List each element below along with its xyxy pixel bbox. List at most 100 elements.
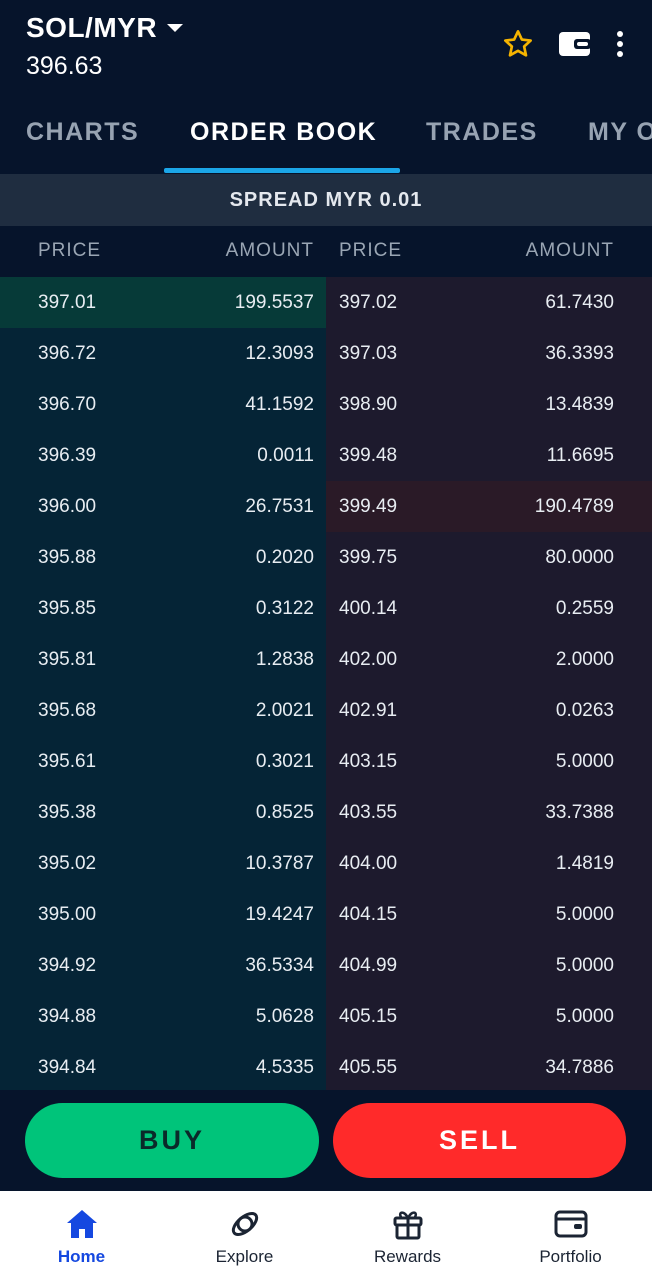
- ask-amount: 1.4819: [555, 853, 614, 874]
- ask-row[interactable]: 397.02 61.7430: [326, 277, 652, 328]
- tab-my-orders[interactable]: MY ORDERS: [588, 118, 652, 147]
- bid-amount: 19.4247: [245, 904, 314, 925]
- ask-price: 405.15: [339, 1006, 398, 1027]
- bid-price: 395.81: [38, 649, 97, 670]
- nav-item-rewards[interactable]: Rewards: [326, 1191, 489, 1280]
- ask-price: 402.00: [339, 649, 398, 670]
- bid-row[interactable]: 395.81 1.2838: [0, 634, 326, 685]
- ask-price: 397.02: [339, 292, 398, 313]
- bid-row[interactable]: 397.01 199.5537: [0, 277, 326, 328]
- bid-price: 396.00: [38, 496, 97, 517]
- ask-amount: 5.0000: [555, 955, 614, 976]
- active-tab-indicator: [164, 168, 400, 173]
- bid-amount-header: AMOUNT: [225, 240, 314, 261]
- bid-row[interactable]: 395.02 10.3787: [0, 838, 326, 889]
- bid-amount: 0.3021: [255, 751, 314, 772]
- ask-row[interactable]: 399.49 190.4789: [326, 481, 652, 532]
- nav-item-explore[interactable]: Explore: [163, 1191, 326, 1280]
- pair-name: SOL/MYR: [26, 12, 158, 43]
- ask-amount: 5.0000: [555, 1006, 614, 1027]
- ask-amount: 61.7430: [545, 292, 614, 313]
- ask-price: 397.03: [339, 343, 398, 364]
- bid-price: 396.72: [38, 343, 97, 364]
- ask-price: 399.48: [339, 445, 398, 466]
- chevron-down-icon: [167, 24, 184, 32]
- ask-price: 404.15: [339, 904, 398, 925]
- bottom-nav: Home Explore Rewards Portfolio: [0, 1191, 652, 1280]
- ask-price: 400.14: [339, 598, 398, 619]
- bid-price: 395.68: [38, 700, 97, 721]
- ask-row[interactable]: 405.55 34.7886: [326, 1042, 652, 1093]
- star-icon[interactable]: [502, 28, 534, 60]
- order-book-column-headers: PRICE AMOUNT PRICE AMOUNT: [0, 226, 652, 277]
- ask-row[interactable]: 403.15 5.0000: [326, 736, 652, 787]
- bid-row[interactable]: 395.00 19.4247: [0, 889, 326, 940]
- ask-row[interactable]: 399.48 11.6695: [326, 430, 652, 481]
- ask-row[interactable]: 402.00 2.0000: [326, 634, 652, 685]
- ask-price: 403.15: [339, 751, 398, 772]
- tab-trades[interactable]: TRADES: [426, 118, 538, 147]
- nav-label-explore: Explore: [215, 1247, 274, 1266]
- ask-price: 402.91: [339, 700, 398, 721]
- explore-icon: [228, 1207, 262, 1241]
- bid-row[interactable]: 395.68 2.0021: [0, 685, 326, 736]
- pair-selector[interactable]: SOL/MYR: [26, 12, 184, 44]
- bid-row[interactable]: 394.88 5.0628: [0, 991, 326, 1042]
- ask-row[interactable]: 399.75 80.0000: [326, 532, 652, 583]
- bid-row[interactable]: 396.72 12.3093: [0, 328, 326, 379]
- ask-amount-header: AMOUNT: [525, 240, 614, 261]
- spread-banner: SPREAD MYR 0.01: [0, 174, 652, 226]
- ask-amount: 36.3393: [545, 343, 614, 364]
- ask-row[interactable]: 404.99 5.0000: [326, 940, 652, 991]
- ask-amount: 2.0000: [555, 649, 614, 670]
- ask-row[interactable]: 405.15 5.0000: [326, 991, 652, 1042]
- bid-price: 395.88: [38, 547, 97, 568]
- ask-row[interactable]: 397.03 36.3393: [326, 328, 652, 379]
- bid-row[interactable]: 396.70 41.1592: [0, 379, 326, 430]
- bid-row[interactable]: 396.39 0.0011: [0, 430, 326, 481]
- sell-button[interactable]: SELL: [333, 1103, 626, 1178]
- more-vert-icon[interactable]: [616, 30, 624, 58]
- tab-order-book[interactable]: ORDER BOOK: [190, 118, 377, 147]
- bid-amount: 0.3122: [255, 598, 314, 619]
- tab-charts[interactable]: CHARTS: [26, 118, 139, 147]
- ask-amount: 33.7388: [545, 802, 614, 823]
- nav-label-portfolio: Portfolio: [539, 1247, 602, 1266]
- ask-row[interactable]: 403.55 33.7388: [326, 787, 652, 838]
- ask-price-header: PRICE: [339, 240, 403, 261]
- ask-price: 404.99: [339, 955, 398, 976]
- ask-row[interactable]: 400.14 0.2559: [326, 583, 652, 634]
- home-icon: [65, 1207, 99, 1241]
- bid-row[interactable]: 395.38 0.8525: [0, 787, 326, 838]
- bid-price: 397.01: [38, 292, 97, 313]
- bid-price: 396.70: [38, 394, 97, 415]
- bid-row[interactable]: 395.88 0.2020: [0, 532, 326, 583]
- bid-price: 395.00: [38, 904, 97, 925]
- header-actions: [502, 28, 624, 60]
- buy-button[interactable]: BUY: [25, 1103, 319, 1178]
- ask-amount: 34.7886: [545, 1057, 614, 1078]
- nav-item-home[interactable]: Home: [0, 1191, 163, 1280]
- ask-amount: 0.2559: [555, 598, 614, 619]
- ask-amount: 13.4839: [545, 394, 614, 415]
- bid-row[interactable]: 395.61 0.3021: [0, 736, 326, 787]
- bid-price: 394.84: [38, 1057, 97, 1078]
- ask-price: 399.49: [339, 496, 398, 517]
- ask-row[interactable]: 398.90 13.4839: [326, 379, 652, 430]
- bid-row[interactable]: 396.00 26.7531: [0, 481, 326, 532]
- bid-row[interactable]: 395.85 0.3122: [0, 583, 326, 634]
- bid-price: 395.38: [38, 802, 97, 823]
- bid-amount: 10.3787: [245, 853, 314, 874]
- bid-price: 396.39: [38, 445, 97, 466]
- bid-row[interactable]: 394.92 36.5334: [0, 940, 326, 991]
- ask-row[interactable]: 404.00 1.4819: [326, 838, 652, 889]
- bid-row[interactable]: 394.84 4.5335: [0, 1042, 326, 1093]
- bid-price: 395.61: [38, 751, 97, 772]
- nav-item-portfolio[interactable]: Portfolio: [489, 1191, 652, 1280]
- ask-row[interactable]: 402.91 0.0263: [326, 685, 652, 736]
- bid-amount: 199.5537: [234, 292, 314, 313]
- ask-row[interactable]: 404.15 5.0000: [326, 889, 652, 940]
- bid-amount: 0.2020: [255, 547, 314, 568]
- wallet-icon[interactable]: [558, 29, 592, 59]
- bid-amount: 2.0021: [255, 700, 314, 721]
